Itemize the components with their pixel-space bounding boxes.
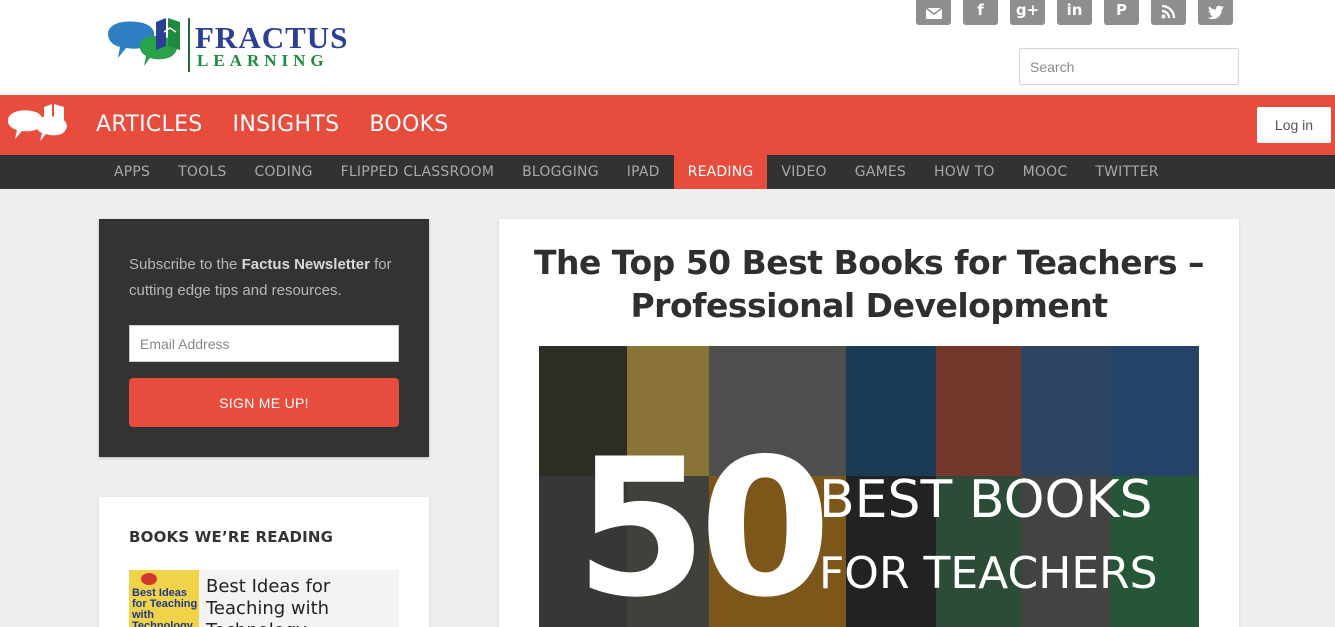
email-field[interactable]: [129, 325, 399, 362]
twitter-icon[interactable]: [1198, 0, 1233, 25]
main-nav-bar: ARTICLES INSIGHTS BOOKS Log in: [0, 95, 1335, 155]
book-list-item[interactable]: Best Ideas for Teaching with Technology …: [129, 570, 399, 627]
logo-wordmark-top: FRACTUS: [195, 20, 349, 55]
speech-bubbles-logo-icon: [108, 18, 180, 66]
category-list: APPS TOOLS CODING FLIPPED CLASSROOM BLOG…: [100, 155, 1173, 189]
category-twitter[interactable]: TWITTER: [1081, 155, 1172, 189]
book-title-link[interactable]: Best Ideas for Teaching with Technology: [206, 576, 398, 627]
category-games[interactable]: GAMES: [841, 155, 920, 189]
newsletter-description: Subscribe to the Factus Newsletter for c…: [129, 252, 409, 304]
nav-insights[interactable]: INSIGHTS: [233, 111, 340, 139]
nav-books[interactable]: BOOKS: [369, 111, 448, 139]
newsletter-name: Factus Newsletter: [241, 256, 370, 273]
logo-divider: [188, 18, 190, 72]
sign-up-button[interactable]: SIGN ME UP!: [129, 378, 399, 427]
hero-number: 50: [575, 418, 831, 627]
newsletter-widget: Subscribe to the Factus Newsletter for c…: [99, 219, 429, 457]
category-blogging[interactable]: BLOGGING: [508, 155, 613, 189]
newsletter-text-start: Subscribe to the: [129, 256, 242, 273]
category-tools[interactable]: TOOLS: [164, 155, 240, 189]
hero-line-1: BEST BOOKS: [819, 470, 1153, 530]
google-plus-glyph: g+: [1015, 1, 1040, 19]
linkedin-icon[interactable]: in: [1057, 0, 1092, 25]
category-reading[interactable]: READING: [673, 155, 768, 189]
nav-articles[interactable]: ARTICLES: [96, 111, 203, 139]
login-button[interactable]: Log in: [1257, 107, 1331, 143]
category-ipad[interactable]: IPAD: [613, 155, 674, 189]
pinterest-icon[interactable]: P: [1104, 0, 1139, 25]
rss-icon[interactable]: [1151, 0, 1186, 25]
facebook-glyph: f: [977, 1, 984, 19]
facebook-icon[interactable]: f: [963, 0, 998, 25]
books-widget: BOOKS WE’RE READING Best Ideas for Teach…: [99, 497, 429, 627]
search-input[interactable]: [1019, 48, 1239, 85]
category-how-to[interactable]: HOW TO: [920, 155, 1009, 189]
google-plus-icon[interactable]: g+: [1010, 0, 1045, 25]
logo-wordmark-bottom: LEARNING: [197, 51, 329, 70]
article-hero-image[interactable]: 50 BEST BOOKS FOR TEACHERS: [539, 346, 1199, 627]
category-flipped-classroom[interactable]: FLIPPED CLASSROOM: [327, 155, 508, 189]
category-mooc[interactable]: MOOC: [1009, 155, 1082, 189]
book-cover-text: Best Ideas for Teaching with Technology: [132, 587, 198, 627]
books-widget-heading: BOOKS WE’RE READING: [129, 528, 334, 546]
linkedin-glyph: in: [1066, 1, 1083, 19]
site-logo[interactable]: FRACTUS LEARNING: [100, 14, 360, 76]
hero-line-2: FOR TEACHERS: [819, 548, 1158, 599]
article-card: The Top 50 Best Books for Teachers – Pro…: [499, 219, 1239, 627]
social-links: f g+ in P: [916, 0, 1233, 25]
speech-bubbles-nav-icon[interactable]: [6, 103, 70, 145]
category-video[interactable]: VIDEO: [767, 155, 840, 189]
site-header: FRACTUS LEARNING f g+ in P: [0, 0, 1335, 95]
category-apps[interactable]: APPS: [100, 155, 164, 189]
primary-nav: ARTICLES INSIGHTS BOOKS: [96, 111, 449, 139]
pinterest-glyph: P: [1116, 1, 1127, 19]
envelope-icon[interactable]: [916, 0, 951, 25]
category-nav-bar: APPS TOOLS CODING FLIPPED CLASSROOM BLOG…: [0, 155, 1335, 189]
article-title[interactable]: The Top 50 Best Books for Teachers – Pro…: [519, 241, 1219, 327]
category-coding[interactable]: CODING: [240, 155, 326, 189]
cover-badge: [141, 573, 157, 585]
book-cover-image[interactable]: Best Ideas for Teaching with Technology: [129, 570, 199, 627]
